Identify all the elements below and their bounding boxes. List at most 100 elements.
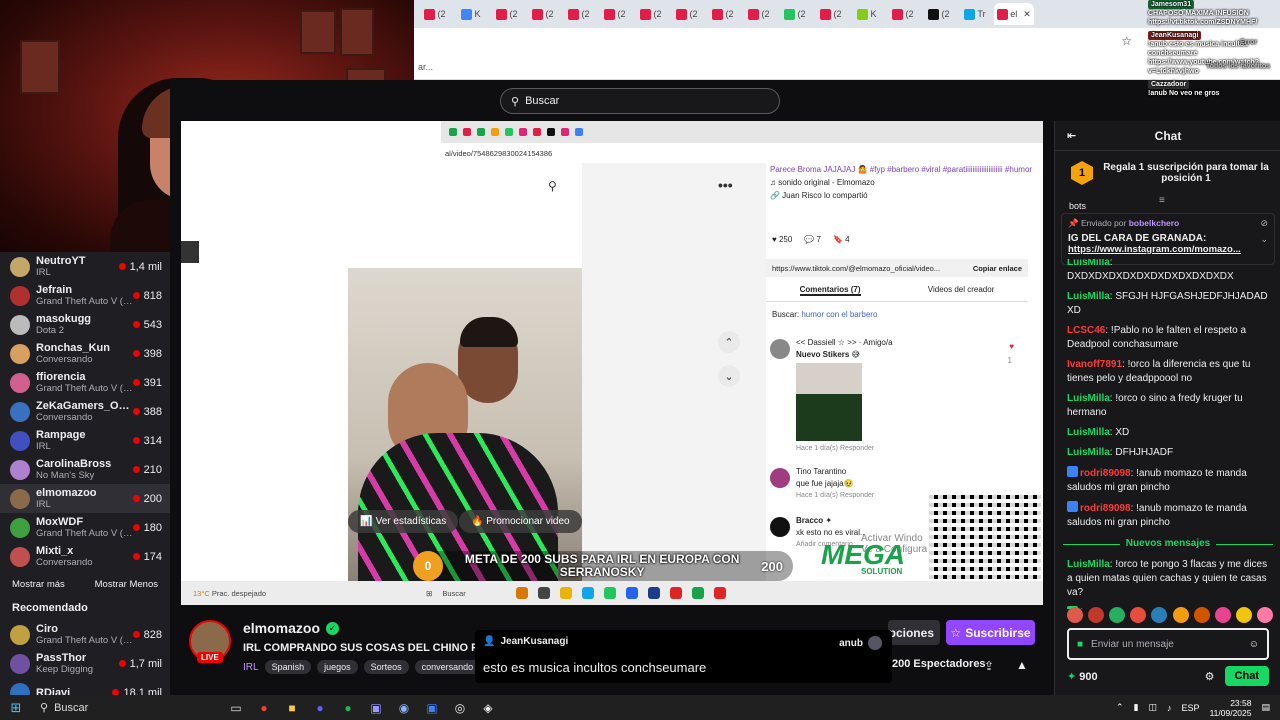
sidebar-channel-item[interactable]: ZeKaGamers_OficialConversando 388 bbox=[0, 397, 170, 426]
comments-count[interactable]: 💬 7 bbox=[804, 235, 821, 244]
browser-tab[interactable]: (2 bbox=[778, 3, 812, 25]
show-less-link[interactable]: Mostrar Menos bbox=[95, 579, 158, 590]
emote-icon[interactable] bbox=[1151, 607, 1168, 623]
gift-icon[interactable]: ■ bbox=[1077, 639, 1083, 650]
browser-tab[interactable]: K bbox=[454, 3, 488, 25]
chat-username[interactable]: LuisMilla bbox=[1067, 447, 1110, 458]
search-input[interactable]: ⚲ Buscar bbox=[500, 88, 780, 114]
browser-tab[interactable]: (2 bbox=[526, 3, 560, 25]
share-icon[interactable]: ⇪ bbox=[984, 659, 994, 673]
browser-tab[interactable]: (2 bbox=[634, 3, 668, 25]
steam-icon[interactable]: ◉ bbox=[390, 701, 418, 715]
task-view-icon[interactable]: ▭ bbox=[222, 701, 250, 715]
chat-username[interactable]: rodri89098 bbox=[1080, 503, 1131, 514]
chat-input[interactable]: ■ Enviar un mensaje ☺ bbox=[1067, 628, 1269, 660]
emote-icon[interactable] bbox=[1235, 607, 1252, 623]
sidebar-channel-item[interactable]: NeutroYT IRL 1,4 mil bbox=[0, 252, 170, 281]
emote-icon[interactable] bbox=[1067, 607, 1083, 623]
language-indicator[interactable]: ESP bbox=[1182, 703, 1200, 713]
more-options-icon[interactable]: ••• bbox=[718, 177, 733, 193]
obs-icon[interactable]: ◎ bbox=[446, 701, 474, 715]
browser-tab[interactable]: K bbox=[850, 3, 884, 25]
tag[interactable]: Spanish bbox=[264, 660, 312, 674]
copy-link-button[interactable]: Copiar enlace bbox=[973, 264, 1022, 273]
chat-username[interactable]: LuisMilla bbox=[1067, 559, 1110, 570]
sidebar-channel-item[interactable]: MoxWDF Grand Theft Auto V (G... 180 bbox=[0, 513, 170, 542]
tab-creator-videos[interactable]: Videos del creador bbox=[928, 285, 995, 296]
sidebar-channel-item[interactable]: ffiorencia Grand Theft Auto V (G... 391 bbox=[0, 368, 170, 397]
battery-icon[interactable]: ▮ bbox=[1134, 702, 1139, 713]
sidebar-channel-item[interactable]: Ciro Grand Theft Auto V (G... 828 bbox=[0, 620, 170, 649]
emote-icon[interactable] bbox=[1172, 607, 1189, 623]
emote-icon[interactable] bbox=[1130, 607, 1147, 623]
windows-start-icon[interactable]: ⊞ bbox=[0, 700, 32, 716]
emote-icon[interactable] bbox=[1088, 607, 1105, 623]
promote-button[interactable]: 🔥 Promocionar video bbox=[459, 509, 582, 533]
premiere-icon[interactable]: ▣ bbox=[362, 701, 390, 715]
sidebar-channel-item[interactable]: Jefrain Grand Theft Auto V (G... 818 bbox=[0, 281, 170, 310]
pinned-link[interactable]: https://www.instagram.com/momazo... bbox=[1068, 244, 1268, 255]
video-player[interactable]: rtas que al/video/754862983002415438​6 ⚲… bbox=[181, 121, 1043, 605]
folder-icon[interactable]: ■ bbox=[278, 701, 306, 715]
browser-tab[interactable]: (2 bbox=[706, 3, 740, 25]
chevron-up-icon[interactable]: ⌃ bbox=[718, 331, 740, 353]
tag[interactable]: conversando bbox=[414, 660, 481, 674]
emote-icon[interactable] bbox=[1193, 607, 1210, 623]
clock[interactable]: 23:58 11/09/2025 bbox=[1210, 698, 1252, 718]
comment-user[interactable]: Tino Tarantino bbox=[796, 466, 1028, 478]
gear-icon[interactable]: ⚙ bbox=[1205, 670, 1215, 683]
chrome-icon[interactable]: ● bbox=[250, 701, 278, 715]
sidebar-channel-item[interactable]: elmomazoo IRL 200 bbox=[0, 484, 170, 513]
browser-tab[interactable]: (2 bbox=[562, 3, 596, 25]
tag[interactable]: juegos bbox=[317, 660, 358, 674]
sidebar-channel-item[interactable]: PassThor Keep Digging 1,7 mil bbox=[0, 649, 170, 678]
likes-count[interactable]: ♥ 250 bbox=[772, 235, 792, 244]
chat-username[interactable]: Ivanoff7891 bbox=[1067, 359, 1122, 370]
bookmark-item[interactable]: ar... bbox=[418, 62, 433, 72]
expand-icon[interactable]: ≡ bbox=[1159, 195, 1165, 206]
emote-icon[interactable] bbox=[1109, 607, 1126, 623]
unpin-icon[interactable]: ⊘ bbox=[1260, 218, 1268, 229]
sidebar-channel-item[interactable]: Ronchas_Kun Conversando 398 bbox=[0, 339, 170, 368]
saves-count[interactable]: 🔖 4 bbox=[833, 235, 850, 244]
volume-icon[interactable]: ♪ bbox=[1167, 703, 1172, 713]
sidebar-channel-item[interactable]: masokugg Dota 2 543 bbox=[0, 310, 170, 339]
emote-icon[interactable] bbox=[1256, 607, 1273, 623]
browser-tab[interactable]: (2 bbox=[598, 3, 632, 25]
browser-tab[interactable]: (2 bbox=[742, 3, 776, 25]
browser-tab[interactable]: Tr bbox=[958, 3, 992, 25]
chevron-up-icon[interactable]: ⌃ bbox=[1116, 702, 1124, 713]
close-icon[interactable]: ✕ bbox=[1023, 9, 1031, 20]
show-more-link[interactable]: Mostrar más bbox=[12, 579, 65, 590]
emote-icon[interactable] bbox=[1214, 607, 1231, 623]
chat-username[interactable]: LuisMilla bbox=[1067, 291, 1110, 302]
browser-tab[interactable]: (2 bbox=[886, 3, 920, 25]
app-icon[interactable]: ▣ bbox=[418, 701, 446, 715]
notification-icon[interactable]: ▤ bbox=[1261, 702, 1270, 713]
chat-username[interactable]: LuisMilla bbox=[1067, 427, 1110, 438]
browser-tab[interactable]: (2 bbox=[418, 3, 452, 25]
options-button[interactable]: pciones bbox=[888, 620, 940, 645]
browser-tab[interactable]: (2 bbox=[922, 3, 956, 25]
browser-tab[interactable]: el ✕ bbox=[994, 3, 1034, 25]
channel-name[interactable]: elmomazoo bbox=[243, 620, 320, 636]
emote-picker-icon[interactable]: ☺ bbox=[1249, 639, 1259, 650]
collapse-chat-icon[interactable]: ⇤ bbox=[1067, 129, 1076, 142]
taskbar-search[interactable]: ⚲ Buscar bbox=[32, 695, 222, 720]
send-chat-button[interactable]: Chat bbox=[1224, 666, 1269, 686]
spotify-icon[interactable]: ● bbox=[334, 701, 362, 715]
sidebar-channel-item[interactable]: Rampage IRL 314 bbox=[0, 426, 170, 455]
pinned-message[interactable]: 📌 Enviado por bobelkchero IG DEL CARA DE… bbox=[1061, 213, 1275, 265]
sidebar-channel-item[interactable]: CarolinaBross No Man's Sky 210 bbox=[0, 455, 170, 484]
comment-user[interactable]: << Dassiell ☆ >> · Amigo/a bbox=[796, 337, 1028, 349]
network-icon[interactable]: ◫ bbox=[1149, 702, 1158, 713]
bookmark-star-icon[interactable]: ☆ bbox=[1121, 34, 1132, 48]
chevron-down-icon[interactable]: ⌄ bbox=[718, 365, 740, 387]
browser-tab[interactable]: (2 bbox=[670, 3, 704, 25]
tag[interactable]: Sorteos bbox=[363, 660, 409, 674]
chat-username[interactable]: rodri89098 bbox=[1080, 468, 1131, 479]
subscribe-button[interactable]: ☆ Suscribirse bbox=[946, 620, 1035, 645]
search-suggestion-link[interactable]: humor con el barbero bbox=[801, 310, 877, 319]
stream-category[interactable]: IRL bbox=[243, 662, 259, 673]
chat-username[interactable]: LuisMilla bbox=[1067, 393, 1110, 404]
